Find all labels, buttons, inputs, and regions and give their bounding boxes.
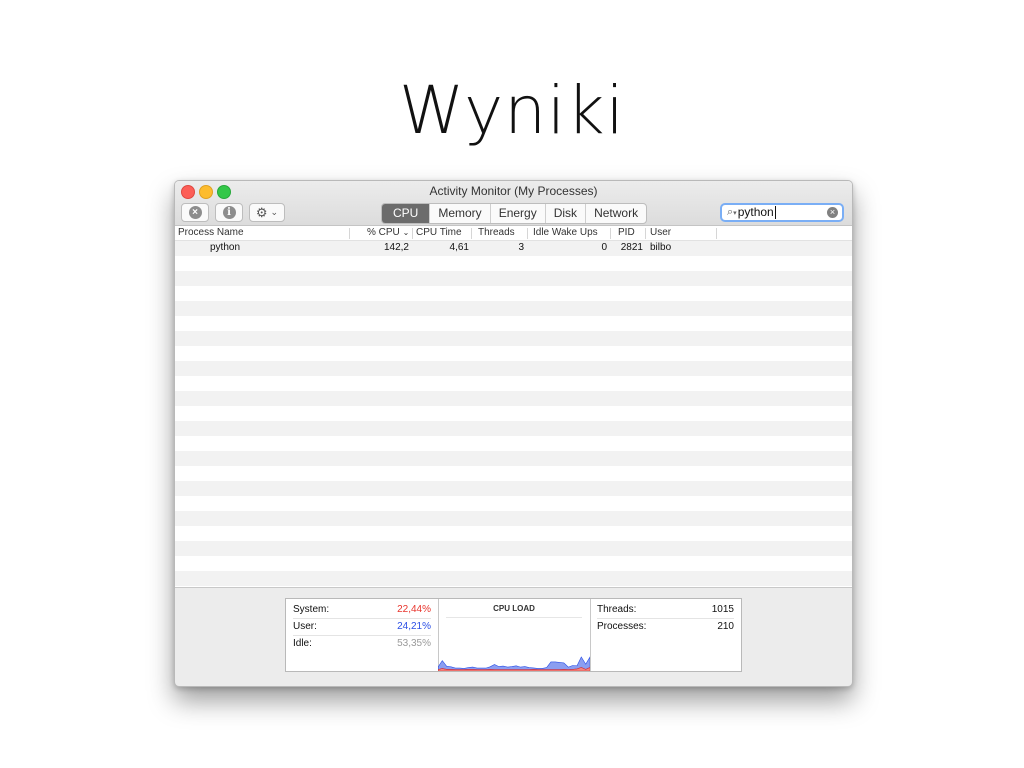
cell-user: bilbo (650, 242, 672, 253)
tab-energy[interactable]: Energy (489, 204, 545, 223)
title-bar: Activity Monitor (My Processes) × i ⚙ ⌄ … (175, 181, 852, 226)
sort-descending-icon: ⌄ (402, 228, 410, 237)
process-counts: Threads: 1015 Processes: 210 (590, 599, 741, 671)
column-divider[interactable] (716, 228, 717, 239)
col-threads[interactable]: Threads (478, 227, 515, 238)
divider (446, 617, 582, 618)
column-divider[interactable] (610, 228, 611, 239)
col-cpu-percent[interactable]: % CPU ⌄ (367, 227, 409, 238)
activity-monitor-window: Activity Monitor (My Processes) × i ⚙ ⌄ … (174, 180, 853, 687)
cpu-stats-panel: System: 22,44% User: 24,21% Idle: 53,35%… (285, 598, 742, 672)
user-label: User: (293, 621, 317, 632)
col-cpu-time[interactable]: CPU Time (416, 227, 462, 238)
threads-value: 1015 (711, 604, 734, 615)
process-table: Process Name % CPU ⌄ CPU Time Threads Id… (175, 226, 852, 588)
idle-stat: Idle: 53,35% (293, 635, 431, 652)
col-idle-wake-ups[interactable]: Idle Wake Ups (533, 227, 598, 238)
gear-icon: ⚙ (255, 205, 268, 220)
user-stat: User: 24,21% (293, 618, 431, 636)
view-tabs: CPU Memory Energy Disk Network (381, 203, 648, 224)
col-process-name[interactable]: Process Name (178, 227, 244, 238)
tab-disk[interactable]: Disk (544, 204, 585, 223)
search-input[interactable]: ⌕ ▾ python × (720, 203, 844, 222)
idle-value: 53,35% (397, 638, 431, 649)
col-cpu-percent-label: % CPU (367, 227, 400, 238)
search-menu-chevron-icon[interactable]: ▾ (733, 209, 737, 217)
col-user[interactable]: User (650, 227, 671, 238)
threads-label: Threads: (597, 604, 637, 615)
table-row[interactable]: python 142,2 4,61 3 0 2821 bilbo (175, 241, 852, 256)
cell-cpu-time: 4,61 (449, 242, 469, 253)
cpu-load-graph-panel: CPU LOAD (438, 599, 591, 671)
table-header: Process Name % CPU ⌄ CPU Time Threads Id… (175, 226, 852, 241)
quit-process-button[interactable]: × (181, 203, 209, 222)
tab-cpu[interactable]: CPU (382, 204, 430, 223)
system-label: System: (293, 604, 330, 615)
slide-title: Wyniki (399, 72, 625, 149)
cell-threads: 3 (518, 242, 524, 253)
threads-stat: Threads: 1015 (597, 601, 734, 619)
system-value: 22,44% (397, 604, 431, 615)
cpu-load-title: CPU LOAD (493, 604, 535, 613)
column-divider[interactable] (349, 228, 350, 239)
column-divider[interactable] (412, 228, 413, 239)
user-load-area (438, 656, 590, 671)
action-menu-button[interactable]: ⚙ ⌄ (249, 203, 285, 222)
column-divider[interactable] (527, 228, 528, 239)
inspect-process-button[interactable]: i (215, 203, 243, 222)
cell-process-name: python (210, 242, 241, 253)
processes-value: 210 (717, 621, 734, 632)
processes-label: Processes: (597, 621, 647, 632)
window-title: Activity Monitor (My Processes) (429, 184, 598, 198)
tab-network[interactable]: Network (585, 204, 646, 223)
tab-memory[interactable]: Memory (429, 204, 489, 223)
cell-idle-wake-ups: 0 (601, 242, 607, 253)
processes-stat: Processes: 210 (597, 618, 734, 635)
column-divider[interactable] (645, 228, 646, 239)
search-value[interactable]: python (738, 206, 776, 219)
info-icon: i (222, 206, 236, 219)
cpu-load-chart (438, 656, 590, 671)
chevron-down-icon: ⌄ (270, 207, 279, 217)
system-stat: System: 22,44% (293, 601, 431, 619)
cell-pid: 2821 (620, 242, 643, 253)
cpu-usage-summary: System: 22,44% User: 24,21% Idle: 53,35% (286, 599, 439, 671)
col-pid[interactable]: PID (618, 227, 635, 238)
clear-search-icon[interactable]: × (827, 207, 838, 218)
x-circle-icon: × (188, 206, 202, 219)
column-divider[interactable] (471, 228, 472, 239)
cell-cpu-percent: 142,2 (383, 242, 409, 253)
idle-label: Idle: (293, 638, 312, 649)
user-value: 24,21% (397, 621, 431, 632)
